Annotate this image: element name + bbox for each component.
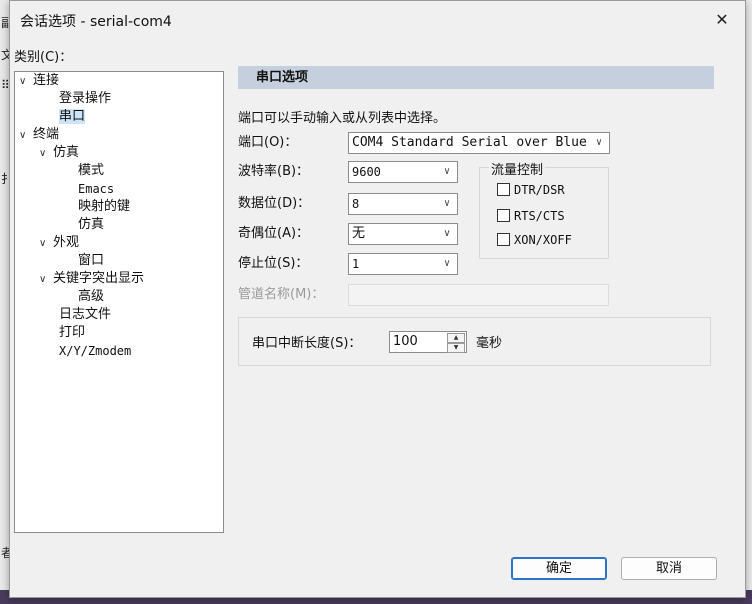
chevron-down-icon[interactable]: ∨ [441, 194, 453, 214]
checkbox-label: XON/XOFF [514, 233, 572, 247]
tree-item-label: 串口 [59, 109, 86, 124]
title-bar: 会话选项 - serial-com4 ✕ [10, 1, 745, 37]
port-value: COM4 Standard Serial over Blue [352, 135, 587, 150]
parity-value: 无 [352, 226, 366, 241]
break-length-value: 100 [393, 334, 418, 349]
checkbox-icon[interactable] [497, 233, 510, 246]
spin-up-icon[interactable]: ▲ [447, 333, 465, 343]
tree-item-mapped-keys[interactable]: 映射的键 [78, 198, 130, 216]
stopbits-label: 停止位(S)： [238, 256, 309, 271]
baud-select[interactable]: 9600 ∨ [348, 161, 458, 183]
parity-select[interactable]: 无 ∨ [348, 223, 458, 245]
stopbits-select[interactable]: 1 ∨ [348, 253, 458, 275]
chevron-down-icon[interactable]: ∨ [19, 73, 33, 91]
databits-select[interactable]: 8 ∨ [348, 193, 458, 215]
tree-item-label: 外观 [53, 235, 80, 250]
window-title: 会话选项 - serial-com4 [20, 14, 172, 30]
tree-item-connection[interactable]: ∨ 连接 [19, 72, 59, 90]
tree-item-label: X/Y/Zmodem [59, 344, 132, 358]
tree-item-advanced[interactable]: 高级 [78, 288, 104, 306]
checkbox-icon[interactable] [497, 209, 510, 222]
tree-item-label: 映射的键 [78, 199, 131, 214]
pane-title: 串口选项 [256, 70, 309, 85]
checkbox-label: RTS/CTS [514, 209, 565, 223]
chevron-down-icon[interactable]: ∨ [39, 235, 53, 253]
chevron-down-icon[interactable]: ∨ [441, 162, 453, 182]
close-icon[interactable]: ✕ [713, 11, 731, 29]
spinner-buttons: ▲ ▼ [447, 333, 465, 353]
break-length-spinner[interactable]: 100 ▲ ▼ [389, 331, 467, 353]
databits-value: 8 [352, 197, 360, 211]
tree-item-print[interactable]: 打印 [59, 324, 85, 342]
tree-item-label: 仿真 [53, 145, 80, 160]
tree-item-label: 打印 [59, 325, 86, 340]
tree-item-appearance[interactable]: ∨ 外观 [39, 234, 79, 252]
tree-item-emulation[interactable]: ∨ 仿真 [39, 144, 79, 162]
tree-item-label: 关键字突出显示 [53, 271, 145, 286]
tree-item-login-actions[interactable]: 登录操作 [59, 90, 111, 108]
tree-item-label: 登录操作 [59, 91, 112, 106]
flow-control-title: 流量控制 [489, 159, 546, 178]
chevron-down-icon[interactable]: ∨ [39, 271, 53, 289]
tree-item-keyword-highlight[interactable]: ∨ 关键字突出显示 [39, 270, 144, 288]
tree-item-label: 仿真 [78, 217, 105, 232]
category-label: 类别(C)： [14, 50, 73, 65]
parity-label: 奇偶位(A)： [238, 226, 310, 241]
tree-item-label: 连接 [33, 73, 60, 88]
pipe-name-label: 管道名称(M)： [238, 287, 325, 302]
baud-value: 9600 [352, 165, 381, 179]
spin-down-icon[interactable]: ▼ [447, 343, 465, 353]
port-label: 端口(O)： [238, 135, 298, 150]
checkbox-label: DTR/DSR [514, 183, 565, 197]
tree-item-terminal[interactable]: ∨ 终端 [19, 126, 59, 144]
baud-label: 波特率(B)： [238, 164, 310, 179]
pane-header: 串口选项 [238, 66, 714, 89]
checkbox-icon[interactable] [497, 183, 510, 196]
xon-xoff-checkbox[interactable]: XON/XOFF [497, 231, 572, 249]
stopbits-value: 1 [352, 257, 360, 271]
tree-item-label: 高级 [78, 289, 105, 304]
pane-description: 端口可以手动输入或从列表中选择。 [238, 111, 447, 126]
ok-button[interactable]: 确定 [511, 557, 607, 580]
port-select[interactable]: COM4 Standard Serial over Blue ∨ [348, 132, 610, 154]
chevron-down-icon[interactable]: ∨ [39, 145, 53, 163]
rts-cts-checkbox[interactable]: RTS/CTS [497, 207, 565, 225]
tree-item-window[interactable]: 窗口 [78, 252, 104, 270]
tree-item-label: 模式 [78, 163, 105, 178]
cancel-button[interactable]: 取消 [621, 557, 717, 580]
chevron-down-icon[interactable]: ∨ [441, 254, 453, 274]
tree-item-serial[interactable]: 串口 [59, 108, 86, 126]
chevron-down-icon[interactable]: ∨ [441, 224, 453, 244]
tree-item-log-file[interactable]: 日志文件 [59, 306, 111, 324]
tree-item-modes[interactable]: 模式 [78, 162, 104, 180]
pipe-name-input [348, 284, 609, 306]
tree-item-emulation-advanced[interactable]: 仿真 [78, 216, 104, 234]
tree-item-xyzmodem[interactable]: X/Y/Zmodem [59, 342, 131, 360]
tree-item-label: Emacs [78, 182, 115, 196]
break-length-unit: 毫秒 [476, 336, 503, 351]
category-tree[interactable]: ∨ 连接 登录操作 串口 ∨ 终端 ∨ 仿真 模式 Emacs 映射的键 仿真 ∨ 外观… [14, 71, 224, 533]
tree-item-label: 日志文件 [59, 307, 112, 322]
break-length-label: 串口中断长度(S)： [252, 336, 362, 351]
dtr-dsr-checkbox[interactable]: DTR/DSR [497, 181, 565, 199]
databits-label: 数据位(D)： [238, 196, 311, 211]
tree-item-emacs[interactable]: Emacs [78, 180, 114, 198]
tree-item-label: 窗口 [78, 253, 105, 268]
chevron-down-icon[interactable]: ∨ [19, 127, 33, 145]
tree-item-label: 终端 [33, 127, 60, 142]
chevron-down-icon[interactable]: ∨ [593, 133, 605, 153]
